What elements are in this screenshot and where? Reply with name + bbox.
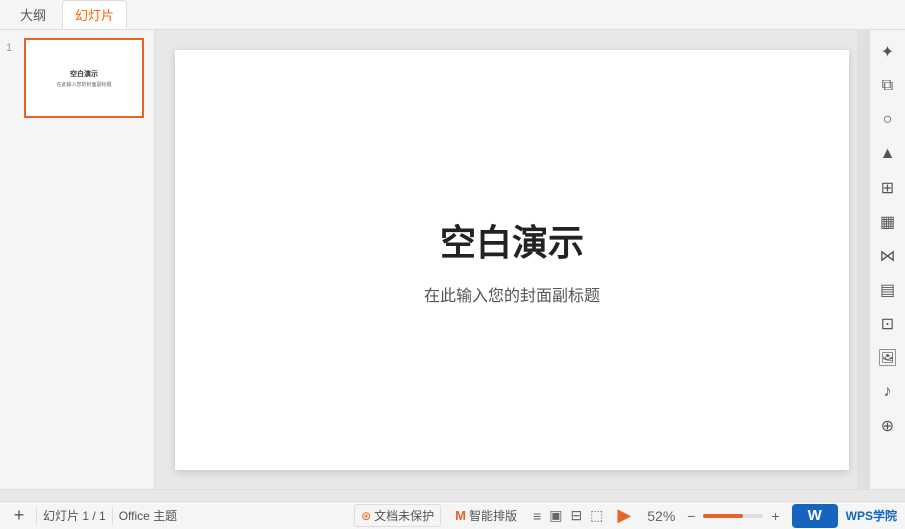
zoom-slider[interactable] bbox=[703, 514, 763, 518]
smart-badge[interactable]: M 智能排版 bbox=[449, 505, 523, 526]
thumb-subtitle: 在此输入您的封面副标题 bbox=[56, 81, 111, 88]
tab-outline[interactable]: 大纲 bbox=[8, 1, 58, 28]
slide-thumbnail[interactable]: 空白演示 在此输入您的封面副标题 bbox=[24, 38, 144, 118]
slide-panel: 1 空白演示 在此输入您的封面副标题 bbox=[0, 30, 155, 489]
zoom-minus-button[interactable]: − bbox=[683, 506, 699, 526]
slide-count-label: 幻灯片 1 / 1 bbox=[43, 507, 106, 524]
thumb-title: 空白演示 bbox=[70, 69, 98, 79]
wps-label[interactable]: WPS学院 bbox=[846, 507, 897, 524]
protection-icon: ⊛ bbox=[361, 509, 371, 523]
wps-badge-icon: W bbox=[808, 507, 822, 524]
volume-icon[interactable]: ♪ bbox=[874, 378, 902, 406]
view-icon-grid[interactable]: ▣ bbox=[547, 505, 564, 526]
protection-label: 文档未保护 bbox=[374, 507, 434, 524]
tab-slides[interactable]: 幻灯片 bbox=[62, 0, 127, 29]
tab-bar: 大纲 幻灯片 bbox=[0, 0, 905, 30]
add-slide-button[interactable]: + bbox=[8, 505, 30, 527]
play-button[interactable]: ▶ bbox=[613, 503, 635, 528]
smart-icon: M bbox=[455, 508, 466, 523]
more-tools-icon[interactable]: ⊕ bbox=[874, 412, 902, 440]
shape-icon[interactable]: ○ bbox=[874, 106, 902, 134]
protection-badge[interactable]: ⊛ 文档未保护 bbox=[354, 504, 441, 527]
zoom-slider-fill bbox=[703, 514, 743, 518]
view-icon-list[interactable]: ≡ bbox=[531, 506, 543, 526]
image-icon[interactable]: 🖼 bbox=[874, 344, 902, 372]
scrollbar-track bbox=[0, 490, 905, 501]
smart-label: 智能排版 bbox=[469, 507, 517, 524]
slide-thumb-row: 1 空白演示 在此输入您的封面副标题 bbox=[6, 38, 148, 118]
slide-number: 1 bbox=[6, 42, 20, 54]
ai-icon[interactable]: ✦ bbox=[874, 38, 902, 66]
status-bar: + 幻灯片 1 / 1 Office 主题 ⊛ 文档未保护 M 智能排版 ≡ ▣… bbox=[0, 501, 905, 529]
view-icons: ≡ ▣ ⊟ ⬚ bbox=[531, 505, 605, 526]
copy-icon[interactable]: ⧉ bbox=[874, 72, 902, 100]
zoom-percent-label: 52% bbox=[643, 506, 679, 526]
vertical-scrollbar[interactable] bbox=[857, 30, 869, 489]
zoom-control: 52% − + bbox=[643, 506, 783, 526]
view-icon-split[interactable]: ⊟ bbox=[568, 505, 584, 526]
text-format-icon[interactable]: ▲ bbox=[874, 140, 902, 168]
chart-icon[interactable]: ▦ bbox=[874, 208, 902, 236]
horizontal-scrollbar[interactable] bbox=[0, 489, 905, 501]
status-right: ⊛ 文档未保护 M 智能排版 ≡ ▣ ⊟ ⬚ ▶ 52% − + W WPS学院 bbox=[354, 503, 897, 528]
theme-label[interactable]: Office 主题 bbox=[119, 507, 177, 524]
grid-icon[interactable]: ⊞ bbox=[874, 174, 902, 202]
table-icon[interactable]: ▤ bbox=[874, 276, 902, 304]
zoom-plus-button[interactable]: + bbox=[767, 506, 783, 526]
media-icon[interactable]: ⊡ bbox=[874, 310, 902, 338]
main-area: 1 空白演示 在此输入您的封面副标题 空白演示 在此输入您的封面副标题 ✦ ⧉ … bbox=[0, 30, 905, 489]
center-area: 空白演示 在此输入您的封面副标题 bbox=[155, 30, 869, 489]
status-left: + 幻灯片 1 / 1 Office 主题 bbox=[8, 505, 177, 527]
canvas-wrapper: 空白演示 在此输入您的封面副标题 bbox=[155, 30, 869, 489]
slide-subtitle: 在此输入您的封面副标题 bbox=[424, 282, 600, 306]
divider bbox=[36, 508, 37, 524]
right-sidebar: ✦ ⧉ ○ ▲ ⊞ ▦ ⋈ ▤ ⊡ 🖼 ♪ ⊕ bbox=[869, 30, 905, 489]
divider2 bbox=[112, 508, 113, 524]
wps-badge[interactable]: W bbox=[792, 504, 838, 528]
slide-canvas[interactable]: 空白演示 在此输入您的封面副标题 bbox=[175, 50, 849, 470]
slide-main-title: 空白演示 bbox=[440, 214, 584, 266]
view-icon-full[interactable]: ⬚ bbox=[588, 505, 605, 526]
smart-art-icon[interactable]: ⋈ bbox=[874, 242, 902, 270]
